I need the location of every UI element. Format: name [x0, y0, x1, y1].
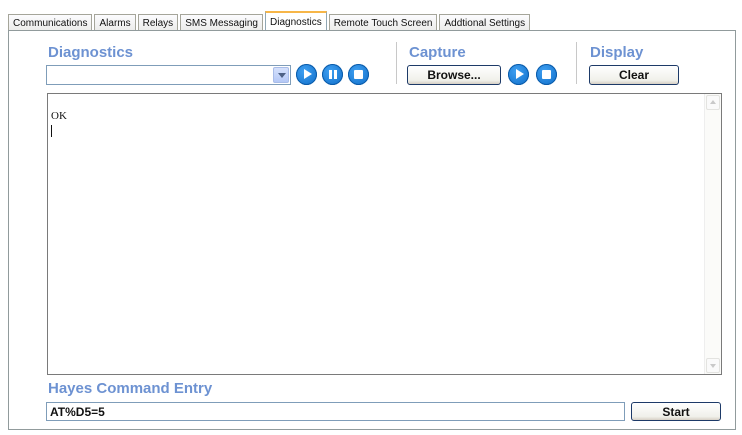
- diagnostics-pause-button[interactable]: [322, 64, 343, 85]
- text-caret: [51, 125, 52, 137]
- clear-button[interactable]: Clear: [589, 65, 679, 85]
- tab-sms-messaging[interactable]: SMS Messaging: [180, 14, 263, 31]
- tab-strip: Communications Alarms Relays SMS Messagi…: [8, 10, 532, 31]
- tab-communications[interactable]: Communications: [8, 14, 93, 31]
- diagnostics-output-area[interactable]: OK: [47, 93, 722, 375]
- vertical-scrollbar[interactable]: [704, 94, 721, 374]
- display-title: Display: [590, 44, 644, 61]
- diagnostics-play-button[interactable]: [296, 64, 317, 85]
- chevron-down-icon[interactable]: [273, 67, 289, 83]
- tab-diagnostics[interactable]: Diagnostics: [265, 11, 327, 31]
- section-divider: [396, 42, 397, 84]
- scroll-down-icon[interactable]: [706, 358, 720, 373]
- tab-alarms[interactable]: Alarms: [94, 14, 136, 31]
- diagnostics-stop-button[interactable]: [348, 64, 369, 85]
- start-button[interactable]: Start: [631, 402, 721, 421]
- tab-relays[interactable]: Relays: [137, 14, 179, 31]
- hayes-command-title: Hayes Command Entry: [48, 380, 213, 397]
- capture-play-button[interactable]: [508, 64, 529, 85]
- tab-additional-settings[interactable]: Addtional Settings: [439, 14, 531, 31]
- tab-remote-touch-screen[interactable]: Remote Touch Screen: [328, 14, 438, 31]
- browse-button[interactable]: Browse...: [407, 65, 501, 85]
- diagnostics-title: Diagnostics: [48, 44, 134, 61]
- capture-title: Capture: [409, 44, 466, 61]
- diagnostics-port-select[interactable]: [46, 65, 291, 85]
- capture-stop-button[interactable]: [536, 64, 557, 85]
- scroll-up-icon[interactable]: [706, 95, 720, 110]
- output-text: OK: [51, 110, 67, 122]
- section-divider: [576, 42, 577, 84]
- hayes-command-input[interactable]: [46, 402, 625, 421]
